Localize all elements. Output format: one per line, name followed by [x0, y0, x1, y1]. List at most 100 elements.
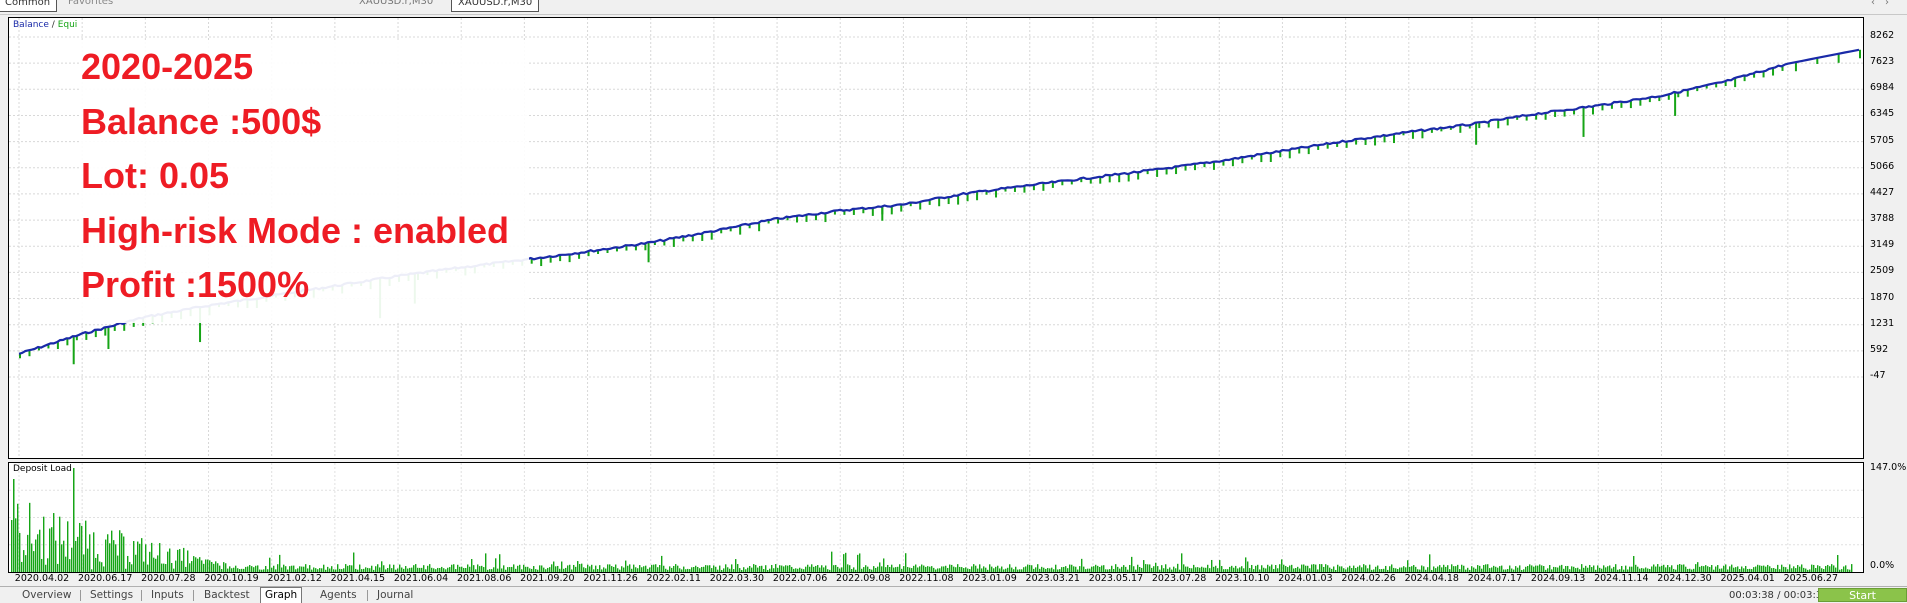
- tab-favorites[interactable]: Favorites: [62, 0, 119, 10]
- deposit-load-bar: [305, 564, 307, 572]
- deposit-load-bar: [249, 565, 251, 572]
- deposit-load-bar: [1799, 566, 1801, 572]
- deposit-load-bar: [105, 539, 107, 572]
- start-button[interactable]: Start: [1818, 588, 1907, 602]
- deposit-load-bar: [307, 568, 309, 572]
- deposit-load-bar: [823, 567, 825, 572]
- deposit-load-bar: [1103, 565, 1105, 572]
- deposit-load-bar: [1429, 554, 1431, 572]
- deposit-load-bar: [1193, 564, 1195, 572]
- equity-bar: [1591, 106, 1594, 115]
- deposit-load-bar: [477, 564, 479, 572]
- scroll-arrows-icon[interactable]: ‹›: [1871, 0, 1899, 8]
- tab-backtest[interactable]: Backtest: [204, 589, 250, 602]
- deposit-load-bar: [665, 568, 667, 572]
- deposit-load-bar: [1231, 565, 1233, 572]
- tab-inputs[interactable]: Inputs: [151, 589, 184, 602]
- tab-overview[interactable]: Overview: [22, 589, 71, 602]
- deposit-load-bar: [1381, 569, 1383, 572]
- deposit-load-bar: [405, 566, 407, 572]
- deposit-load-bar: [507, 567, 509, 572]
- deposit-load-bar: [1685, 566, 1687, 572]
- deposit-load-bar: [1827, 564, 1829, 572]
- equity-bar: [871, 208, 874, 216]
- deposit-load-bar: [1495, 566, 1497, 572]
- deposit-load-bar: [641, 567, 643, 572]
- deposit-load-bar: [461, 566, 463, 572]
- deposit-load-bar: [889, 566, 891, 572]
- deposit-load-bar: [1629, 566, 1631, 572]
- deposit-load-bar: [1771, 568, 1773, 572]
- deposit-load-bar: [483, 567, 485, 572]
- deposit-load-bar: [1039, 568, 1041, 572]
- deposit-load-bar: [585, 568, 587, 572]
- deposit-load-bar: [1387, 569, 1389, 572]
- deposit-load-bar: [1367, 568, 1369, 572]
- deposit-load-bar: [1343, 568, 1345, 572]
- deposit-load-bar: [1111, 565, 1113, 572]
- tab-symbol-1[interactable]: XAUUSD.r,M30: [353, 0, 439, 10]
- deposit-load-bar: [963, 568, 965, 572]
- deposit-load-bar: [1147, 564, 1149, 572]
- deposit-load-bar: [1373, 569, 1375, 572]
- deposit-load-bar: [301, 566, 303, 572]
- deposit-load-bar: [1417, 569, 1419, 572]
- x-tick-label: 2021.08.06: [457, 573, 512, 584]
- deposit-load-bar: [659, 565, 661, 572]
- deposit-load-bar: [89, 534, 91, 572]
- deposit-load-bar: [1267, 564, 1269, 572]
- x-tick-label: 2024.09.13: [1530, 573, 1586, 584]
- deposit-load-bar: [1779, 569, 1781, 572]
- deposit-load-bar: [1747, 569, 1749, 572]
- tab-journal[interactable]: Journal: [377, 589, 413, 602]
- deposit-load-bar: [1001, 566, 1003, 572]
- deposit-load-bar: [893, 567, 895, 572]
- deposit-load-bar: [1659, 566, 1661, 572]
- tab-common[interactable]: Common: [0, 0, 58, 12]
- y-tick-label: -47: [1870, 370, 1886, 381]
- elapsed-timer: 00:03:38 / 00:03:38: [1729, 590, 1829, 601]
- deposit-load-bar: [1149, 564, 1151, 572]
- deposit-load-bar: [1821, 568, 1823, 572]
- deposit-load-bar: [1511, 568, 1513, 572]
- deposit-load-bar: [695, 565, 697, 572]
- deposit-load-bar: [465, 568, 467, 572]
- deposit-load-bar: [549, 567, 551, 572]
- deposit-load-bar: [1321, 564, 1323, 572]
- deposit-load-bar: [1639, 568, 1641, 572]
- deposit-load-bar: [959, 566, 961, 572]
- tab-settings[interactable]: Settings: [90, 589, 133, 602]
- deposit-load-bar: [991, 566, 993, 572]
- equity-bar: [938, 197, 941, 207]
- deposit-load-bar: [339, 568, 341, 572]
- deposit-load-bar: [753, 564, 755, 572]
- deposit-load-bar: [1335, 569, 1337, 572]
- deposit-load-bar: [1401, 567, 1403, 572]
- deposit-load-bar: [1569, 569, 1571, 572]
- deposit-load-bar: [1325, 564, 1327, 572]
- deposit-load-bar: [147, 564, 149, 572]
- deposit-load-bar: [1105, 569, 1107, 572]
- deposit-load-bar: [609, 564, 611, 572]
- deposit-load-bar: [271, 567, 273, 572]
- deposit-load-bar: [1571, 566, 1573, 572]
- deposit-load-bar: [633, 564, 635, 572]
- deposit-load-bar: [1787, 569, 1789, 572]
- deposit-load-bar: [29, 502, 31, 572]
- equity-bar: [1459, 125, 1462, 133]
- deposit-load-bar: [971, 566, 973, 572]
- deposit-load-bar: [479, 566, 481, 572]
- deposit-load-bar: [759, 566, 761, 572]
- x-tick-label: 2023.10.10: [1215, 573, 1270, 584]
- y-tick-label: 4427: [1870, 186, 1895, 198]
- tab-agents[interactable]: Agents: [320, 589, 357, 602]
- deposit-load-bar: [247, 566, 249, 572]
- deposit-load-bar: [771, 564, 773, 572]
- deposit-load-bar: [1475, 568, 1477, 572]
- x-tick-label: 2023.03.21: [1025, 573, 1080, 584]
- deposit-load-bar: [1201, 566, 1203, 572]
- deposit-load-bar: [887, 564, 889, 572]
- tab-symbol-2[interactable]: XAUUSD.r,M30: [451, 0, 540, 12]
- deposit-load-bar: [1661, 565, 1663, 572]
- deposit-load-bar: [1707, 566, 1709, 572]
